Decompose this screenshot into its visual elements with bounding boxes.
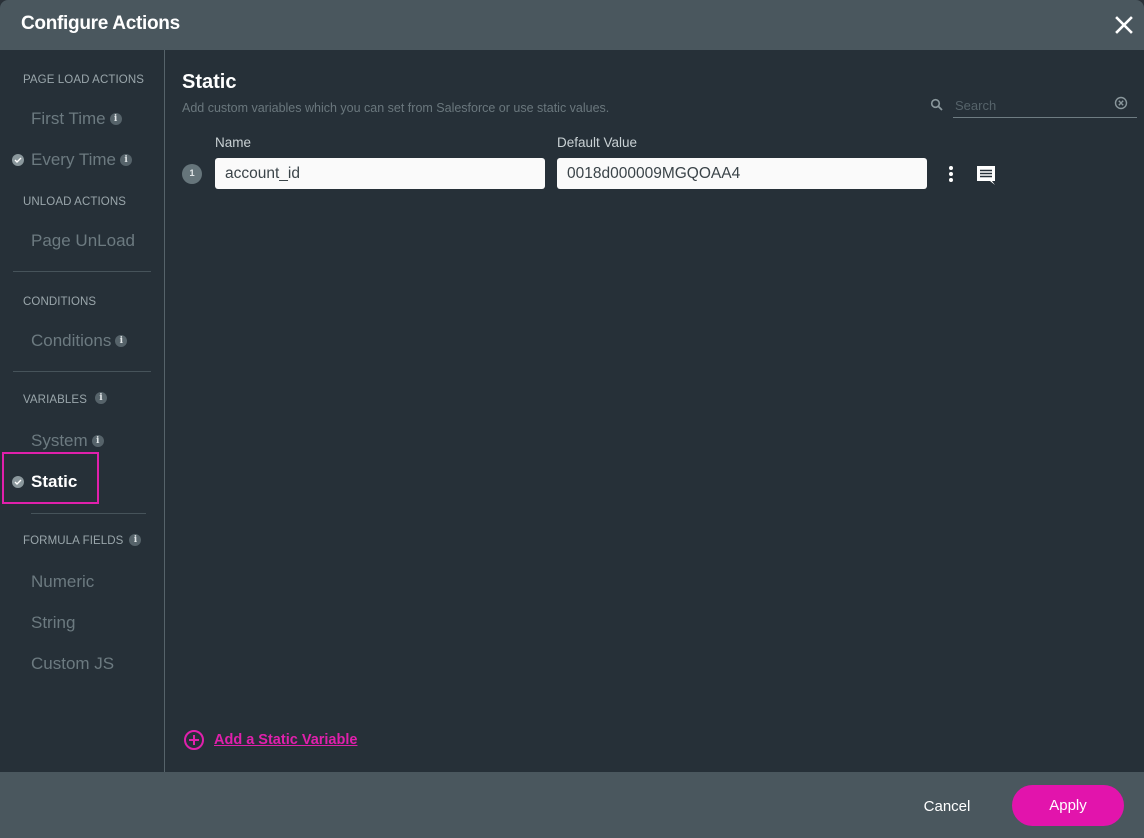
search-input[interactable] — [953, 94, 1112, 116]
close-icon — [1115, 16, 1133, 34]
section-page-load-actions: PAGE LOAD ACTIONS — [23, 74, 144, 86]
sidebar-item-label: First Time — [31, 109, 106, 128]
sidebar-item-label: Custom JS — [31, 654, 115, 673]
dialog-header: Configure Actions — [0, 0, 1144, 50]
section-conditions: CONDITIONS — [23, 296, 96, 308]
dialog-footer: Cancel Apply — [0, 772, 1144, 838]
sidebar-item-label: Every Time — [31, 150, 117, 169]
section-unload-actions: UNLOAD ACTIONS — [23, 196, 126, 208]
section-label: CONDITIONS — [23, 296, 97, 308]
column-header-default-value: Default Value — [557, 135, 638, 150]
divider — [13, 371, 151, 372]
check-icon — [12, 154, 24, 166]
info-icon[interactable]: i — [120, 154, 133, 166]
add-static-variable-link[interactable]: Add a Static Variable — [183, 729, 357, 751]
sidebar-item-page-unload[interactable]: Page UnLoad — [31, 231, 135, 251]
column-header-name: Name — [215, 135, 252, 150]
sidebar: PAGE LOAD ACTIONS First Time i Every Tim… — [0, 50, 165, 772]
row-menu-button[interactable] — [943, 164, 959, 184]
section-label: PAGE LOAD ACTIONS — [23, 74, 144, 86]
sidebar-item-numeric[interactable]: Numeric — [31, 572, 94, 592]
search-underline — [953, 117, 1137, 118]
close-button[interactable] — [1111, 12, 1137, 38]
section-label: VARIABLES — [23, 394, 87, 406]
sidebar-item-custom-js[interactable]: Custom JS — [31, 654, 114, 674]
search-box — [925, 92, 1144, 118]
configure-actions-dialog: Configure Actions PAGE LOAD ACTIONS Firs… — [0, 0, 1144, 838]
check-icon — [12, 476, 24, 488]
comment-button[interactable] — [975, 164, 997, 186]
dialog-title: Configure Actions — [21, 13, 180, 34]
sidebar-item-label: Page UnLoad — [31, 231, 135, 250]
page-title: Static — [182, 71, 237, 93]
default-value-input[interactable] — [557, 158, 927, 189]
page-subtitle: Add custom variables which you can set f… — [182, 101, 610, 115]
sidebar-item-label: System — [31, 431, 88, 450]
sidebar-item-string[interactable]: String — [31, 613, 75, 633]
add-circle-icon — [184, 730, 204, 750]
info-icon[interactable]: i — [94, 392, 107, 404]
sidebar-item-first-time[interactable]: First Time i — [31, 109, 122, 129]
sidebar-item-label: Conditions — [31, 331, 112, 350]
sidebar-item-system[interactable]: System i — [31, 431, 104, 451]
cancel-button[interactable]: Cancel — [904, 794, 990, 818]
more-vertical-icon — [949, 166, 953, 182]
section-variables: VARIABLES i — [23, 392, 107, 406]
row-number: 1 — [182, 164, 202, 184]
divider — [31, 513, 146, 514]
main-panel: Static Add custom variables which you ca… — [165, 50, 1144, 772]
add-static-variable-label: Add a Static Variable — [214, 732, 358, 748]
info-icon[interactable]: i — [129, 533, 142, 546]
sidebar-item-label: Static — [31, 472, 78, 491]
info-icon[interactable]: i — [109, 113, 122, 125]
info-icon[interactable]: i — [115, 335, 128, 347]
sidebar-item-label: Numeric — [31, 572, 95, 591]
section-label: UNLOAD ACTIONS — [23, 196, 127, 208]
divider — [13, 271, 151, 272]
section-formula-fields: FORMULA FIELDS i — [23, 533, 142, 547]
sidebar-item-conditions[interactable]: Conditions i — [31, 331, 128, 351]
sidebar-item-static[interactable]: Static — [12, 472, 78, 492]
sidebar-item-label: String — [31, 613, 76, 632]
variable-name-input[interactable] — [215, 158, 545, 189]
info-icon[interactable]: i — [91, 435, 104, 447]
comment-icon — [977, 166, 995, 185]
search-icon — [930, 98, 943, 111]
apply-button[interactable]: Apply — [1012, 785, 1124, 826]
sidebar-item-every-time[interactable]: Every Time i — [12, 150, 133, 170]
section-label: FORMULA FIELDS — [23, 535, 124, 547]
clear-search-icon[interactable] — [1114, 96, 1128, 110]
